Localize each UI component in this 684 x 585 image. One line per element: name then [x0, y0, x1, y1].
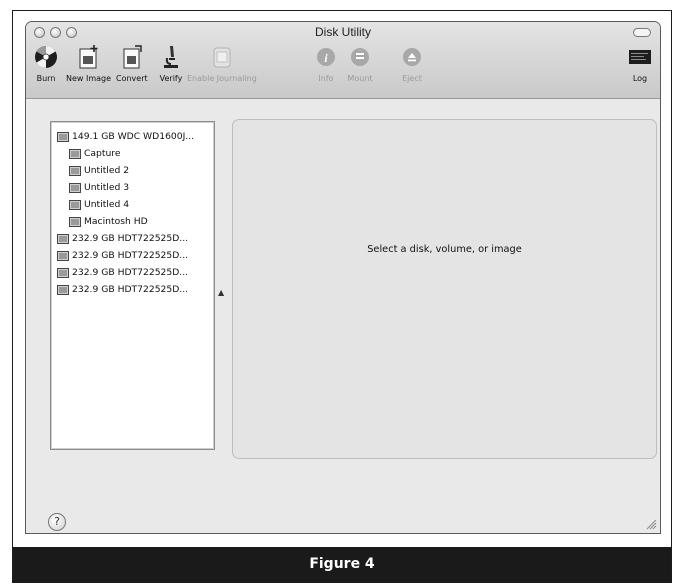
log-icon: [626, 43, 654, 71]
title-toolbar-area: Disk Utility Burn New Image Convert Veri…: [26, 22, 660, 99]
mount-label: Mount: [347, 74, 373, 83]
convert-icon: [118, 43, 146, 71]
log-label: Log: [632, 74, 648, 83]
mount-icon: [346, 43, 374, 71]
mount-button[interactable]: Mount: [346, 43, 374, 83]
volume-item-label: Untitled 4: [84, 199, 130, 210]
detail-panel: Select a disk, volume, or image: [232, 119, 657, 459]
volume-icon: [69, 199, 81, 210]
volume-item-label: Untitled 3: [84, 182, 130, 193]
volume-item[interactable]: Capture: [69, 145, 121, 162]
splitter-handle[interactable]: ▲: [218, 288, 224, 297]
help-button[interactable]: ?: [48, 513, 66, 531]
disk-item[interactable]: 232.9 GB HDT722525D...: [57, 281, 188, 298]
disk-item-label: 232.9 GB HDT722525D...: [72, 250, 189, 261]
volume-item-label: Untitled 2: [84, 165, 130, 176]
disk-list[interactable]: 149.1 GB WDC WD1600J... Capture Untitled…: [50, 121, 215, 450]
eject-icon: [398, 43, 426, 71]
log-button[interactable]: Log: [626, 43, 654, 83]
figure-caption: Figure 4: [13, 547, 671, 582]
verify-label: Verify: [159, 74, 183, 83]
disk-utility-window: Disk Utility Burn New Image Convert Veri…: [25, 21, 661, 534]
volume-item[interactable]: Untitled 2: [69, 162, 129, 179]
disk-item-label: 149.1 GB WDC WD1600J...: [72, 131, 195, 142]
hard-disk-icon: [57, 284, 69, 295]
info-icon: i: [312, 43, 340, 71]
disk-item[interactable]: 232.9 GB HDT722525D...: [57, 264, 188, 281]
burn-icon: [32, 43, 60, 71]
volume-icon: [69, 165, 81, 176]
disk-item-label: 232.9 GB HDT722525D...: [72, 284, 189, 295]
figure-frame: Disk Utility Burn New Image Convert Veri…: [12, 10, 672, 583]
new-image-button[interactable]: New Image: [66, 43, 111, 83]
burn-label: Burn: [36, 74, 56, 83]
convert-button[interactable]: Convert: [116, 43, 148, 83]
volume-item[interactable]: Macintosh HD: [69, 213, 148, 230]
info-label: Info: [318, 74, 334, 83]
hard-disk-icon: [57, 250, 69, 261]
convert-label: Convert: [116, 74, 148, 83]
disk-item-label: 232.9 GB HDT722525D...: [72, 233, 189, 244]
disk-item[interactable]: 149.1 GB WDC WD1600J...: [57, 128, 194, 145]
burn-button[interactable]: Burn: [32, 43, 60, 83]
disk-item[interactable]: 232.9 GB HDT722525D...: [57, 230, 188, 247]
volume-icon: [69, 216, 81, 227]
resize-grip-icon[interactable]: [645, 518, 657, 530]
new-image-label: New Image: [66, 74, 112, 83]
select-prompt: Select a disk, volume, or image: [367, 244, 522, 255]
eject-button[interactable]: Eject: [398, 43, 426, 83]
enable-journaling-button[interactable]: Enable Journaling: [187, 43, 257, 83]
microscope-icon: [157, 43, 185, 71]
volume-item-label: Macintosh HD: [84, 216, 148, 227]
verify-button[interactable]: Verify: [157, 43, 185, 83]
disk-item-label: 232.9 GB HDT722525D...: [72, 267, 189, 278]
window-title: Disk Utility: [315, 25, 371, 39]
hard-disk-icon: [57, 131, 69, 142]
hard-disk-icon: [57, 267, 69, 278]
toolbar-toggle-button[interactable]: [633, 28, 651, 37]
volume-icon: [69, 182, 81, 193]
journaling-icon: [208, 43, 236, 71]
volume-icon: [69, 148, 81, 159]
volume-item[interactable]: Untitled 4: [69, 196, 129, 213]
hard-disk-icon: [57, 233, 69, 244]
enable-journaling-label: Enable Journaling: [187, 74, 257, 83]
volume-item[interactable]: Untitled 3: [69, 179, 129, 196]
eject-label: Eject: [402, 74, 422, 83]
info-button[interactable]: i Info: [312, 43, 340, 83]
disk-item[interactable]: 232.9 GB HDT722525D...: [57, 247, 188, 264]
volume-item-label: Capture: [84, 148, 121, 159]
new-image-icon: [75, 43, 103, 71]
